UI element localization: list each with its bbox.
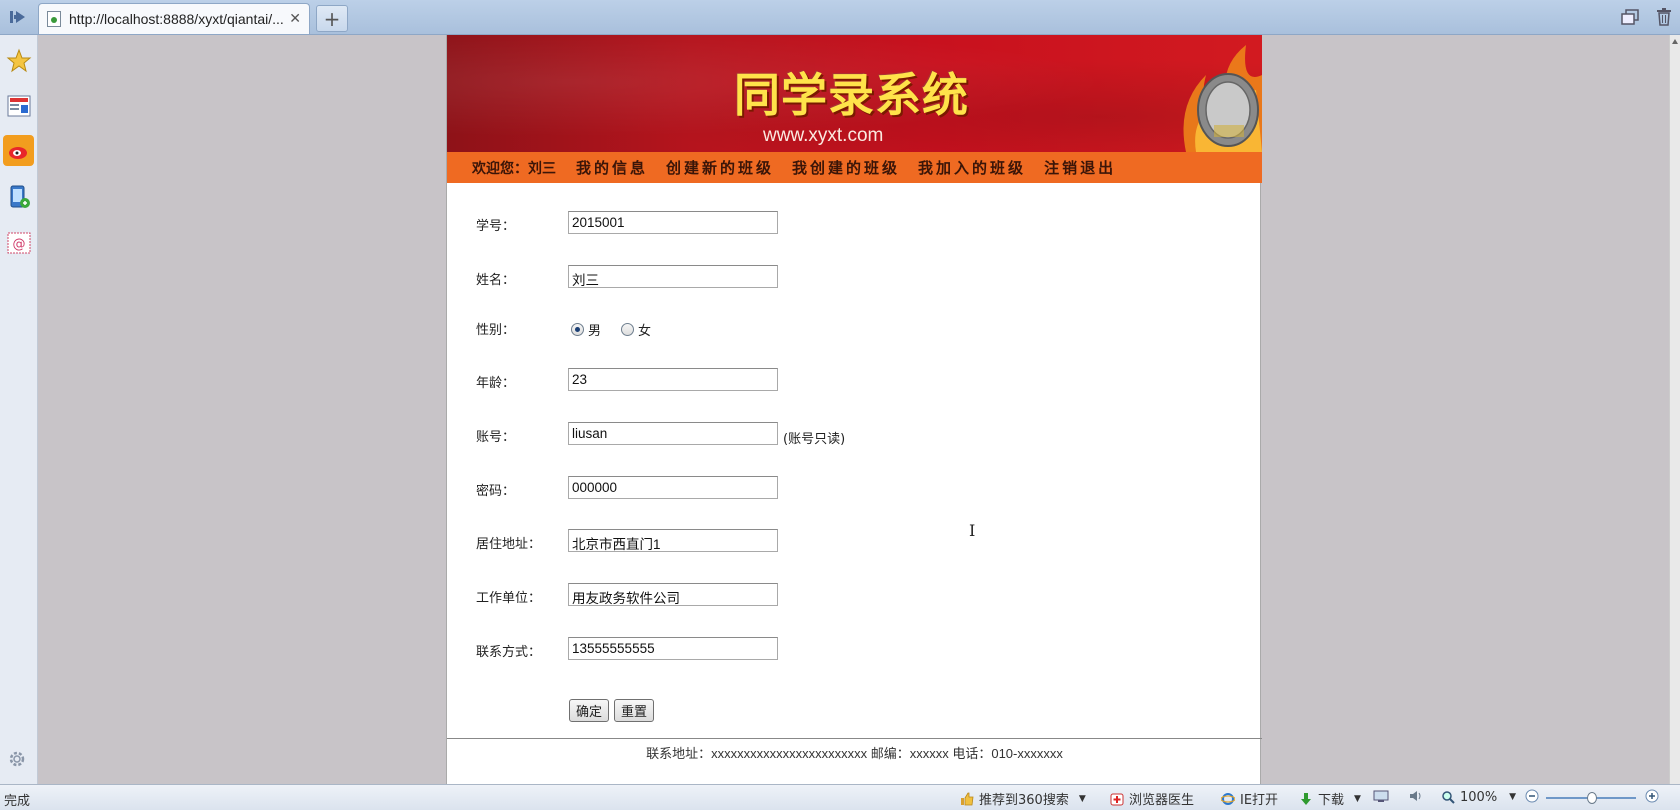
close-tab-icon[interactable]: ✕ [289, 11, 301, 27]
footer-divider [447, 738, 1262, 739]
contact-input[interactable]: 13555555555 [568, 637, 778, 660]
student-id-input[interactable]: 2015001 [568, 211, 778, 234]
medical-kit-icon [1109, 791, 1125, 807]
row-gender: 性别： 男 女 [447, 315, 1262, 341]
row-company: 工作单位： 用友政务软件公司 [447, 583, 1262, 609]
row-buttons: 确定 重置 [447, 699, 1262, 725]
text-cursor-icon: I [969, 521, 976, 540]
account-readonly-note: (账号只读) [783, 432, 846, 447]
browser-tab[interactable]: http://localhost:8888/xyxt/qiantai/... ✕ [38, 3, 310, 34]
browser-doctor-label: 浏览器医生 [1129, 793, 1195, 808]
scroll-up-icon[interactable] [1672, 39, 1678, 44]
nav-my-joined-classes[interactable]: 我加入的班级 [918, 157, 1026, 178]
submit-button[interactable]: 确定 [569, 699, 610, 722]
tab-title: http://localhost:8888/xyxt/qiantai/... [69, 11, 284, 27]
ie-open-label: IE打开 [1240, 793, 1279, 808]
age-label: 年龄： [476, 376, 516, 391]
row-age: 年龄： 23 [447, 368, 1262, 394]
browser-doctor-button[interactable]: 浏览器医生 [1109, 789, 1194, 808]
zoom-out-icon[interactable] [1525, 789, 1539, 803]
row-name: 姓名： 刘三 [447, 265, 1262, 291]
ie-icon [1220, 791, 1236, 807]
name-input[interactable]: 刘三 [568, 265, 778, 288]
zoom-dropdown-icon[interactable]: ▼ [1509, 792, 1516, 802]
status-text: 完成 [4, 794, 31, 809]
contact-label: 联系方式： [476, 645, 542, 660]
gender-male-label: 男 [588, 324, 602, 339]
nav-create-class[interactable]: 创建新的班级 [666, 157, 774, 178]
gender-female-radio[interactable] [621, 323, 635, 336]
nav-bar: 欢迎您：刘三 我的信息 创建新的班级 我创建的班级 我加入的班级 注销退出 [447, 152, 1262, 183]
back-icon[interactable] [6, 6, 30, 28]
ie-open-button[interactable]: IE打开 [1220, 789, 1278, 808]
address-label: 居住地址： [476, 537, 542, 552]
row-account: 账号： liusan (账号只读) [447, 422, 1262, 448]
browser-tabbar: http://localhost:8888/xyxt/qiantai/... ✕… [0, 0, 1680, 35]
row-contact: 联系方式： 13555555555 [447, 637, 1262, 663]
row-student-id: 学号： 2015001 [447, 211, 1262, 237]
gender-female-label: 女 [638, 324, 652, 339]
favorites-star-icon[interactable] [3, 45, 34, 76]
page-content: 同学录系统 www.xyxt.com 欢迎您：刘三 我的信息 创建新的班级 我创… [446, 35, 1262, 784]
zoom-slider-handle[interactable] [1587, 792, 1597, 804]
age-input[interactable]: 23 [568, 368, 778, 391]
gender-male-radio[interactable] [571, 323, 584, 336]
nav-my-created-classes[interactable]: 我创建的班级 [792, 157, 900, 178]
name-label: 姓名： [476, 273, 516, 288]
site-title: 同学录系统 [734, 68, 969, 122]
restore-window-icon[interactable] [1620, 8, 1640, 26]
password-input[interactable]: 000000 [568, 476, 778, 499]
row-address: 居住地址： 北京市西直门1 [447, 529, 1262, 555]
download-arrow-icon [1298, 791, 1314, 807]
gender-label: 性别： [476, 323, 516, 338]
trash-icon[interactable] [1654, 8, 1674, 26]
row-password: 密码： 000000 [447, 476, 1262, 502]
site-banner: 同学录系统 www.xyxt.com [447, 35, 1262, 152]
download-label: 下载 [1318, 793, 1345, 808]
mail-icon[interactable]: @ [3, 227, 34, 258]
recommend-360-label: 推荐到360搜索 [979, 793, 1069, 808]
reset-button[interactable]: 重置 [614, 699, 655, 722]
settings-gear-icon[interactable] [6, 748, 28, 770]
footer-contact: 联系地址：xxxxxxxxxxxxxxxxxxxxxxxx 邮编：xxxxxx … [646, 746, 1063, 761]
site-url: www.xyxt.com [763, 125, 884, 146]
status-bar: 完成 推荐到360搜索 ▼ 浏览器医生 IE打开 下载 ▼ 100% ▼ [0, 784, 1680, 810]
svg-text:@: @ [12, 237, 25, 252]
weibo-icon[interactable] [3, 135, 34, 166]
account-input[interactable]: liusan [568, 422, 778, 445]
thumbs-up-icon [959, 791, 975, 807]
magnifier-icon [1440, 789, 1456, 805]
page-icon [47, 11, 61, 27]
news-icon[interactable] [3, 90, 34, 121]
zoom-value: 100% [1460, 789, 1498, 805]
new-tab-button[interactable]: + [316, 5, 348, 32]
browser-sidebar: @ [0, 35, 38, 784]
nav-my-info[interactable]: 我的信息 [576, 157, 648, 178]
student-id-label: 学号： [476, 219, 516, 234]
zoom-level[interactable]: 100% ▼ [1440, 789, 1516, 805]
dropdown-arrow-icon[interactable]: ▼ [1079, 794, 1086, 804]
gender-radio-group: 男 女 [571, 320, 671, 339]
address-input[interactable]: 北京市西直门1 [568, 529, 778, 552]
welcome-text: 欢迎您：刘三 [472, 160, 556, 177]
volume-icon[interactable] [1408, 789, 1424, 803]
zoom-in-icon[interactable] [1645, 789, 1659, 803]
company-input[interactable]: 用友政务软件公司 [568, 583, 778, 606]
download-button[interactable]: 下载 ▼ [1298, 789, 1361, 808]
password-label: 密码： [476, 484, 516, 499]
account-label: 账号： [476, 430, 516, 445]
download-dropdown-icon[interactable]: ▼ [1354, 794, 1361, 804]
screen-icon[interactable] [1373, 789, 1389, 803]
recommend-360-button[interactable]: 推荐到360搜索 ▼ [959, 789, 1086, 808]
nav-logout[interactable]: 注销退出 [1044, 157, 1116, 178]
banner-logo-icon [1166, 35, 1262, 152]
company-label: 工作单位： [476, 591, 542, 606]
scrollbar[interactable] [1669, 35, 1680, 784]
mobile-icon[interactable] [3, 181, 34, 212]
